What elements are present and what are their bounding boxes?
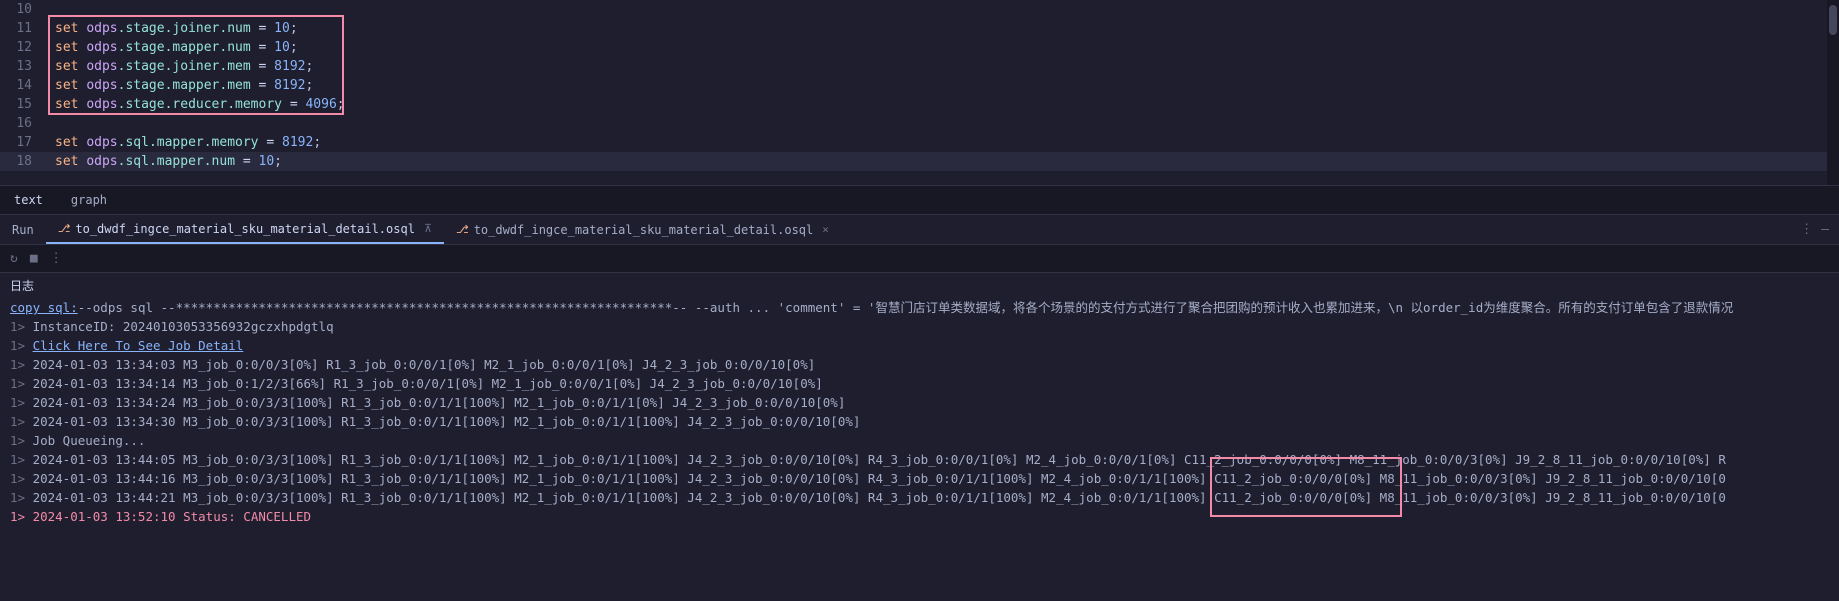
log-section-label: 日志: [0, 273, 1839, 298]
close-icon[interactable]: ×: [822, 223, 829, 236]
file-tab-1-label: to_dwdf_ingce_material_sku_material_deta…: [75, 222, 415, 236]
branch-icon: ⎇: [456, 223, 469, 236]
panel-toolbar: ⋮ —: [1800, 222, 1829, 237]
minimize-icon[interactable]: —: [1821, 222, 1829, 237]
code-line-12[interactable]: set odps.stage.mapper.num = 10;: [55, 38, 1839, 57]
code-editor[interactable]: 101112131415161718 set odps.stage.joiner…: [0, 0, 1839, 185]
file-tab-1[interactable]: ⎇ to_dwdf_ingce_material_sku_material_de…: [46, 216, 444, 244]
console-log-line: 1> 2024-01-03 13:44:16 M3_job_0:0/3/3[10…: [10, 469, 1829, 488]
console-log-line: 1> 2024-01-03 13:34:03 M3_job_0:0/0/3[0%…: [10, 355, 1829, 374]
console-log-line: 1> Job Queueing...: [10, 431, 1829, 450]
console-line-jobdetail: 1> Click Here To See Job Detail: [10, 336, 1829, 355]
code-line-16[interactable]: [55, 114, 1839, 133]
tab-text[interactable]: text: [0, 187, 57, 213]
code-line-14[interactable]: set odps.stage.mapper.mem = 8192;: [55, 76, 1839, 95]
run-panel-tabs: Run ⎇ to_dwdf_ingce_material_sku_materia…: [0, 215, 1839, 245]
stop-icon[interactable]: ■: [30, 251, 38, 266]
console-log-line: 1> 2024-01-03 13:34:14 M3_job_0:1/2/3[66…: [10, 374, 1829, 393]
code-line-13[interactable]: set odps.stage.joiner.mem = 8192;: [55, 57, 1839, 76]
editor-scrollbar[interactable]: [1827, 0, 1839, 185]
code-content[interactable]: set odps.stage.joiner.num = 10;set odps.…: [55, 0, 1839, 171]
line-gutter: 101112131415161718: [0, 0, 40, 171]
file-tab-2-label: to_dwdf_ingce_material_sku_material_deta…: [474, 223, 814, 237]
code-line-15[interactable]: set odps.stage.reducer.memory = 4096;: [55, 95, 1839, 114]
copy-sql-link[interactable]: copy sql:: [10, 300, 78, 315]
run-label: Run: [0, 217, 46, 243]
console-log-line: 1> 2024-01-03 13:34:24 M3_job_0:0/3/3[10…: [10, 393, 1829, 412]
job-detail-link[interactable]: Click Here To See Job Detail: [33, 338, 244, 353]
code-line-11[interactable]: set odps.stage.joiner.num = 10;: [55, 19, 1839, 38]
console-toolbar: ↻ ■ ⋮: [0, 245, 1839, 273]
file-tab-2[interactable]: ⎇ to_dwdf_ingce_material_sku_material_de…: [444, 217, 841, 243]
console-line-instance: 1> InstanceID: 20240103053356932gczxhpdg…: [10, 317, 1829, 336]
console-log-line: 1> 2024-01-03 13:34:30 M3_job_0:0/3/3[10…: [10, 412, 1829, 431]
console-output[interactable]: copy sql:--odps sql --******************…: [0, 298, 1839, 526]
view-tabs: text graph: [0, 185, 1839, 215]
scrollbar-thumb[interactable]: [1829, 5, 1837, 35]
branch-icon: ⎇: [58, 222, 71, 235]
rerun-icon[interactable]: ↻: [10, 251, 18, 266]
more-actions-icon[interactable]: ⋮: [50, 251, 63, 266]
console-line-cancelled: 1> 2024-01-03 13:52:10 Status: CANCELLED: [10, 507, 1829, 526]
tab-graph[interactable]: graph: [57, 187, 121, 213]
code-line-17[interactable]: set odps.sql.mapper.memory = 8192;: [55, 133, 1839, 152]
console-log-line: 1> 2024-01-03 13:44:21 M3_job_0:0/3/3[10…: [10, 488, 1829, 507]
console-line-sql: copy sql:--odps sql --******************…: [10, 298, 1829, 317]
more-icon[interactable]: ⋮: [1800, 222, 1813, 237]
console-log-line: 1> 2024-01-03 13:44:05 M3_job_0:0/3/3[10…: [10, 450, 1829, 469]
code-line-18[interactable]: set odps.sql.mapper.num = 10;: [55, 152, 1839, 171]
pin-icon[interactable]: ⊼: [424, 222, 432, 235]
code-line-10[interactable]: [55, 0, 1839, 19]
